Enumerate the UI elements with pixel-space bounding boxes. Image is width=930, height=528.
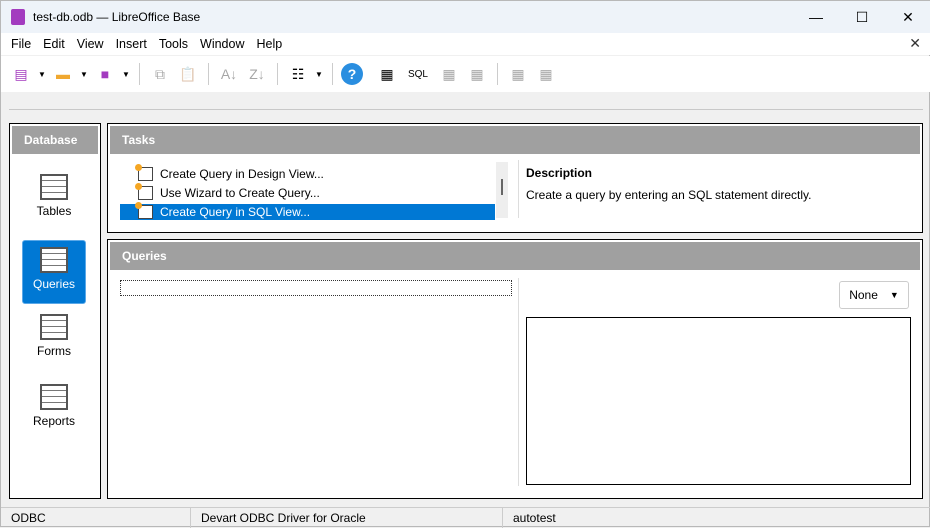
- title-bar: test-db.odb — LibreOffice Base — ☐ ✕: [1, 1, 930, 33]
- preview-select[interactable]: None ▼: [839, 281, 909, 309]
- nav-label: Reports: [32, 414, 76, 428]
- nav-label: Forms: [37, 344, 71, 358]
- save-icon[interactable]: ■: [93, 62, 117, 86]
- status-user: autotest: [513, 511, 556, 525]
- separator: [497, 63, 498, 85]
- task-label: Create Query in SQL View...: [160, 205, 311, 219]
- menu-window[interactable]: Window: [194, 37, 250, 51]
- queries-panel: Queries None ▼: [107, 239, 923, 499]
- status-driver: Devart ODBC Driver for Oracle: [191, 508, 503, 528]
- queries-panel-title: Queries: [110, 242, 920, 270]
- open-object-icon[interactable]: ▦: [437, 62, 461, 86]
- maximize-button[interactable]: ☐: [839, 1, 885, 33]
- nav-label: Queries: [32, 277, 76, 291]
- form-dropdown-icon[interactable]: ▼: [314, 70, 324, 79]
- queries-list[interactable]: [120, 280, 512, 296]
- menu-tools[interactable]: Tools: [153, 37, 194, 51]
- divider: [9, 109, 923, 110]
- scroll-thumb[interactable]: [501, 179, 503, 195]
- new-document-icon[interactable]: ▤: [9, 62, 33, 86]
- chevron-down-icon: ▼: [889, 290, 899, 300]
- task-label: Use Wizard to Create Query...: [160, 186, 320, 200]
- database-panel: Database Tables Queries Forms Reports: [9, 123, 101, 499]
- new-dropdown-icon[interactable]: ▼: [37, 70, 47, 79]
- tasks-scrollbar[interactable]: [496, 162, 508, 218]
- separator: [208, 63, 209, 85]
- wizard-icon: [135, 183, 153, 200]
- form-icon: [40, 314, 68, 340]
- query-icon: [40, 247, 68, 273]
- rename-object-icon[interactable]: ▦: [534, 62, 558, 86]
- open-dropdown-icon[interactable]: ▼: [79, 70, 89, 79]
- status-connection-type: ODBC: [1, 508, 191, 528]
- sort-descending-icon[interactable]: Z↓: [245, 62, 269, 86]
- tasks-panel: Tasks Create Query in Design View... Use…: [107, 123, 923, 233]
- menu-edit[interactable]: Edit: [37, 37, 71, 51]
- window-title: test-db.odb — LibreOffice Base: [33, 10, 201, 24]
- sort-ascending-icon[interactable]: A↓: [217, 62, 241, 86]
- copy-icon[interactable]: ⧉: [148, 62, 172, 86]
- close-button[interactable]: ✕: [885, 1, 930, 33]
- open-folder-icon[interactable]: ▬: [51, 62, 75, 86]
- menu-view[interactable]: View: [71, 37, 110, 51]
- save-dropdown-icon[interactable]: ▼: [121, 70, 131, 79]
- close-document-button[interactable]: ✕: [909, 35, 921, 52]
- base-app-icon: [11, 9, 25, 25]
- nav-label: Tables: [36, 204, 72, 218]
- separator: [332, 63, 333, 85]
- minimize-button[interactable]: —: [793, 1, 839, 33]
- separator: [139, 63, 140, 85]
- query-design-icon: [135, 164, 153, 181]
- table-icon: [40, 174, 68, 200]
- separator: [277, 63, 278, 85]
- edit-object-icon[interactable]: ▦: [465, 62, 489, 86]
- description-title: Description: [526, 166, 593, 180]
- status-bar: ODBC Devart ODBC Driver for Oracle autot…: [1, 507, 930, 528]
- database-panel-title: Database: [12, 126, 98, 154]
- sql-icon: [135, 202, 153, 219]
- menu-file[interactable]: File: [5, 37, 37, 51]
- delete-object-icon[interactable]: ▦: [506, 62, 530, 86]
- report-icon: [40, 384, 68, 410]
- task-design-view[interactable]: Create Query in Design View...: [120, 164, 495, 182]
- new-query-sql-icon[interactable]: SQL: [403, 62, 433, 86]
- description-text: Create a query by entering an SQL statem…: [526, 188, 812, 202]
- paste-icon[interactable]: 📋: [176, 62, 200, 86]
- nav-queries[interactable]: Queries: [22, 240, 86, 304]
- nav-reports[interactable]: Reports: [22, 378, 86, 442]
- divider: [518, 278, 519, 486]
- nav-forms[interactable]: Forms: [22, 308, 86, 372]
- divider: [518, 160, 519, 218]
- task-wizard[interactable]: Use Wizard to Create Query...: [120, 183, 495, 201]
- menu-insert[interactable]: Insert: [110, 37, 153, 51]
- form-icon[interactable]: ☷: [286, 62, 310, 86]
- help-icon[interactable]: ?: [341, 63, 363, 85]
- menu-help[interactable]: Help: [251, 37, 289, 51]
- new-query-design-icon[interactable]: ▦: [375, 62, 399, 86]
- preview-select-value: None: [849, 288, 878, 302]
- task-sql-view[interactable]: Create Query in SQL View...: [120, 202, 495, 220]
- toolbar: ▤ ▼ ▬ ▼ ■ ▼ ⧉ 📋 A↓ Z↓ ☷ ▼ ? ▦ SQL ▦ ▦ ▦ ▦: [1, 56, 930, 92]
- preview-area: [526, 317, 911, 485]
- tasks-panel-title: Tasks: [110, 126, 920, 154]
- task-label: Create Query in Design View...: [160, 167, 324, 181]
- menu-bar: File Edit View Insert Tools Window Help: [1, 33, 930, 55]
- nav-tables[interactable]: Tables: [22, 168, 86, 232]
